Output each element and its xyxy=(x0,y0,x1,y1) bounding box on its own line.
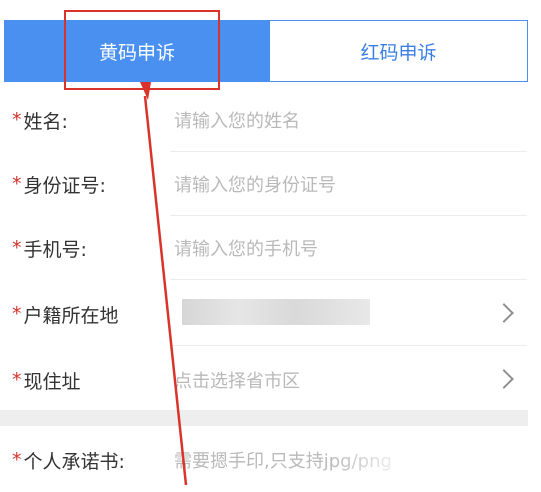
field-label: * 个人承诺书: xyxy=(12,449,125,473)
section-separator xyxy=(0,410,528,426)
required-mark: * xyxy=(12,237,22,259)
tab-red-code-appeal[interactable]: 红码申诉 xyxy=(270,20,528,82)
fade-overlay xyxy=(330,436,450,476)
redacted-value xyxy=(182,299,370,325)
field-label: * 现住址 xyxy=(12,369,81,393)
appeal-type-tabs: 黄码申诉 红码申诉 xyxy=(4,20,528,82)
divider xyxy=(170,345,527,346)
required-mark: * xyxy=(12,449,22,471)
form-row-household-registration[interactable]: * 户籍所在地 xyxy=(0,282,541,346)
tab-label: 红码申诉 xyxy=(360,41,437,64)
form-row-name: * 姓名: 请输入您的姓名 xyxy=(0,88,541,152)
chevron-right-icon xyxy=(494,369,514,389)
id-number-input[interactable]: 请输入您的身份证号 xyxy=(174,152,336,216)
field-label: * 户籍所在地 xyxy=(12,303,119,327)
tab-label: 黄码申诉 xyxy=(98,41,175,64)
field-label: * 身份证号: xyxy=(12,173,106,197)
required-mark: * xyxy=(12,109,22,131)
phone-input[interactable]: 请输入您的手机号 xyxy=(174,216,318,280)
form-row-phone: * 手机号: 请输入您的手机号 xyxy=(0,216,541,280)
address-picker[interactable]: 点击选择省市区 xyxy=(174,348,300,412)
form-row-current-address[interactable]: * 现住址 点击选择省市区 xyxy=(0,348,541,412)
required-mark: * xyxy=(12,369,22,391)
field-label: * 手机号: xyxy=(12,237,87,261)
divider xyxy=(170,279,527,280)
form-row-id-number: * 身份证号: 请输入您的身份证号 xyxy=(0,152,541,216)
name-input[interactable]: 请输入您的姓名 xyxy=(174,88,300,152)
required-mark: * xyxy=(12,173,22,195)
field-label: * 姓名: xyxy=(12,109,68,133)
tab-yellow-code-appeal[interactable]: 黄码申诉 xyxy=(4,20,270,82)
top-spacer xyxy=(0,0,541,20)
required-mark: * xyxy=(12,303,22,325)
chevron-right-icon xyxy=(494,303,514,323)
form-row-commitment-letter[interactable]: * 个人承诺书: 需要摁手印,只支持jpg/png xyxy=(0,428,541,492)
